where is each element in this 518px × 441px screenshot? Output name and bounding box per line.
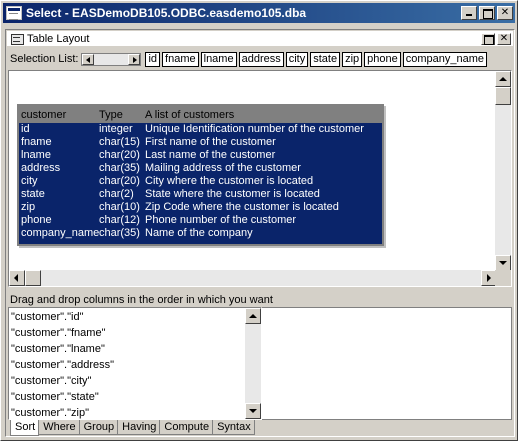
- column-comment: Zip Code where the customer is located: [145, 201, 339, 213]
- column-type: char(35): [99, 227, 140, 239]
- selection-list-label: Selection List:: [10, 53, 79, 65]
- type-header: Type: [99, 108, 123, 121]
- vertical-scroll-thumb[interactable]: [495, 87, 511, 105]
- maximize-button[interactable]: [479, 6, 495, 20]
- scroll-down-icon[interactable]: [495, 255, 511, 271]
- selection-list-row: Selection List: id fname lname address city s…: [10, 50, 489, 68]
- column-comment: City where the customer is located: [145, 175, 314, 187]
- table-column-row[interactable]: zip char(10) Zip Code where the customer i…: [19, 201, 382, 214]
- table-column-row[interactable]: phone char(12) Phone number of the custome…: [19, 214, 382, 227]
- table-layout-icon: [10, 33, 24, 45]
- column-comment: Phone number of the customer: [145, 214, 297, 226]
- column-type: char(35): [99, 162, 140, 174]
- close-button[interactable]: ✕: [497, 6, 513, 20]
- table-name: customer: [21, 108, 67, 121]
- table-column-row[interactable]: lname char(20) Last name of the customer: [19, 149, 382, 162]
- title-bar[interactable]: Select - EASDemoDB105.ODBC.easdemo105.db…: [3, 3, 515, 23]
- sort-pane: "customer"."id" "customer"."fname" "custom…: [8, 307, 512, 435]
- table-columns: id integer Unique Identification number of…: [19, 123, 382, 244]
- column-comment: First name of the customer: [145, 136, 276, 148]
- column-name: address: [21, 162, 61, 174]
- column-type: char(2): [99, 188, 134, 200]
- column-type: integer: [99, 123, 133, 135]
- sort-list-item[interactable]: "customer"."zip": [11, 405, 114, 421]
- horizontal-scroll-thumb[interactable]: [25, 270, 41, 286]
- table-column-row[interactable]: city char(20) City where the customer is l…: [19, 175, 382, 188]
- table-layout-pane: Table Layout ✕ Selection List: id fname ln…: [5, 29, 515, 437]
- pane-close-button[interactable]: ✕: [497, 32, 511, 45]
- scroll-up-icon[interactable]: [245, 308, 261, 324]
- tab-compute[interactable]: Compute: [159, 420, 214, 435]
- sort-list-item[interactable]: "customer"."lname": [11, 341, 114, 357]
- tab-strip: Sort Where Group Having Compute Syntax: [10, 420, 255, 436]
- column-button-fname[interactable]: fname: [162, 51, 199, 67]
- column-comment: Unique Identification number of the cust…: [145, 123, 364, 135]
- column-name: phone: [21, 214, 52, 226]
- vertical-scrollbar[interactable]: [495, 71, 511, 271]
- tab-where[interactable]: Where: [38, 420, 80, 435]
- table-layout-title-bar[interactable]: Table Layout ✕: [7, 31, 513, 47]
- table-canvas[interactable]: customer Type A list of customers id inte…: [8, 70, 512, 287]
- column-type: char(12): [99, 214, 140, 226]
- table-column-row[interactable]: state char(2) State where the customer is …: [19, 188, 382, 201]
- tab-syntax[interactable]: Syntax: [212, 420, 255, 435]
- column-type: char(10): [99, 201, 140, 213]
- table-column-row[interactable]: id integer Unique Identification number of…: [19, 123, 382, 136]
- column-button-state[interactable]: state: [310, 51, 341, 67]
- column-button-address[interactable]: address: [238, 51, 284, 67]
- column-button-lname[interactable]: lname: [200, 51, 237, 67]
- table-column-row[interactable]: address char(35) Mailing address of the cu…: [19, 162, 382, 175]
- scroll-left-icon[interactable]: [9, 270, 25, 286]
- selection-list-scroller[interactable]: [81, 52, 142, 66]
- scroll-up-icon[interactable]: [495, 71, 511, 87]
- scroll-left-icon[interactable]: [82, 53, 95, 65]
- sort-list-item[interactable]: "customer"."fname": [11, 325, 114, 341]
- sort-target-list[interactable]: [262, 307, 512, 420]
- tab-sort[interactable]: Sort: [10, 420, 40, 436]
- pane-maximize-button[interactable]: [481, 32, 495, 45]
- column-button-company-name[interactable]: company_name: [402, 51, 488, 67]
- column-button-city[interactable]: city: [285, 51, 309, 67]
- column-type: char(20): [99, 175, 140, 187]
- table-column-row[interactable]: fname char(15) First name of the customer: [19, 136, 382, 149]
- column-name: lname: [21, 149, 51, 161]
- column-button-phone[interactable]: phone: [364, 51, 401, 67]
- table-column-row[interactable]: company_name char(35) Name of the company: [19, 227, 382, 240]
- sort-list-item[interactable]: "customer"."city": [11, 373, 114, 389]
- minimize-button[interactable]: [461, 6, 477, 20]
- sort-list-item[interactable]: "customer"."id": [11, 309, 114, 325]
- scroll-down-icon[interactable]: [245, 403, 261, 419]
- sort-list-item[interactable]: "customer"."state": [11, 389, 114, 405]
- column-comment: State where the customer is located: [145, 188, 320, 200]
- column-name: city: [21, 175, 38, 187]
- customer-table[interactable]: customer Type A list of customers id inte…: [17, 104, 384, 246]
- sort-list-item[interactable]: "customer"."address": [11, 357, 114, 373]
- column-name: state: [21, 188, 45, 200]
- select-window: Select - EASDemoDB105.ODBC.easdemo105.db…: [0, 0, 518, 441]
- column-button-id[interactable]: id: [145, 51, 161, 67]
- column-comment: Mailing address of the customer: [145, 162, 301, 174]
- list-vertical-scrollbar[interactable]: [245, 308, 261, 419]
- column-comment: Last name of the customer: [145, 149, 276, 161]
- tab-group[interactable]: Group: [78, 420, 119, 435]
- column-comment: Name of the company: [145, 227, 253, 239]
- column-type: char(20): [99, 149, 140, 161]
- window-title: Select - EASDemoDB105.ODBC.easdemo105.db…: [26, 6, 307, 20]
- scroll-right-icon[interactable]: [128, 53, 141, 65]
- column-type: char(15): [99, 136, 140, 148]
- column-name: fname: [21, 136, 52, 148]
- horizontal-scrollbar[interactable]: [9, 270, 497, 286]
- drag-drop-hint: Drag and drop columns in the order in wh…: [10, 294, 273, 306]
- table-comment: A list of customers: [145, 108, 235, 121]
- table-layout-title: Table Layout: [27, 32, 90, 45]
- app-icon: [6, 6, 22, 20]
- table-header[interactable]: customer Type A list of customers: [19, 106, 382, 123]
- column-name: zip: [21, 201, 36, 213]
- sort-source-list[interactable]: "customer"."id" "customer"."fname" "custom…: [8, 307, 262, 435]
- column-name: company_name: [21, 227, 99, 239]
- column-button-zip[interactable]: zip: [342, 51, 363, 67]
- tab-having[interactable]: Having: [117, 420, 161, 435]
- pane-splitter[interactable]: [8, 288, 512, 292]
- column-name: id: [21, 123, 30, 135]
